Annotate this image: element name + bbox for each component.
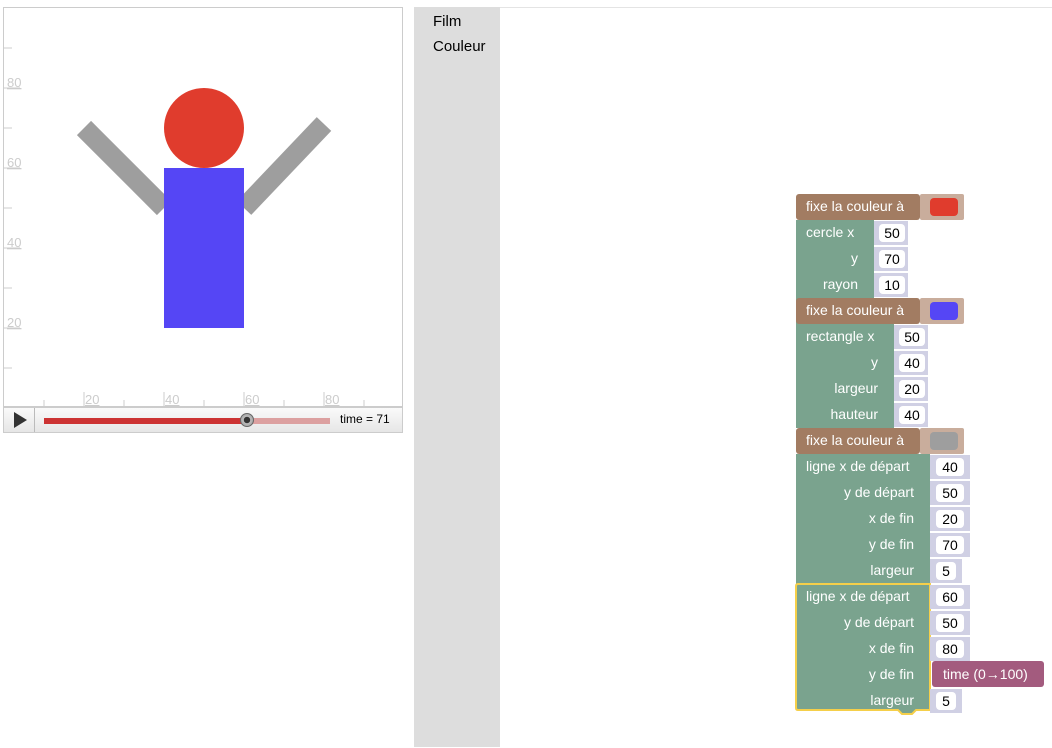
x-tick-60: 60 <box>245 392 259 407</box>
stage-svg: 80 60 40 20 20 40 60 80 <box>4 47 365 408</box>
rectangle-height-value[interactable]: 40 <box>904 407 920 423</box>
left-arm-line <box>76 120 172 216</box>
line2-y-end-label: y de fin <box>869 666 914 682</box>
blockly-toolbox: Film Couleur <box>414 7 500 747</box>
line1-y-start-value[interactable]: 50 <box>942 485 958 501</box>
x-tick-80: 80 <box>325 392 339 407</box>
circle-x-label: cercle x <box>806 224 854 240</box>
y-tick-20: 20 <box>7 315 21 330</box>
circle-radius-value[interactable]: 10 <box>884 277 900 293</box>
rectangle-y-value[interactable]: 40 <box>904 355 920 371</box>
rectangle-x-label: rectangle x <box>806 328 874 344</box>
time-slider-knob[interactable] <box>240 413 255 427</box>
line1-width-value[interactable]: 5 <box>942 563 950 579</box>
line1-y-end-label: y de fin <box>869 536 914 552</box>
line2-width-label: largeur <box>870 692 914 708</box>
line2-x-end-label: x de fin <box>869 640 914 656</box>
line1-y-start-label: y de départ <box>844 484 914 500</box>
right-arm-line <box>236 117 332 215</box>
circle-y-label: y <box>851 250 858 266</box>
colour-swatch-grey[interactable] <box>930 432 958 450</box>
line1-x-start-label: ligne x de départ <box>806 458 910 474</box>
line1-x-end-label: x de fin <box>869 510 914 526</box>
time-slider-fill <box>44 418 248 424</box>
x-tick-20: 20 <box>85 392 99 407</box>
colour-swatch-red[interactable] <box>930 198 958 216</box>
y-tick-60: 60 <box>7 155 21 170</box>
line2-x-start-label: ligne x de départ <box>806 588 910 604</box>
time-readout: time = 71 <box>340 412 390 426</box>
rectangle-height-label: hauteur <box>831 406 879 422</box>
play-icon <box>14 412 27 428</box>
line2-y-start-value[interactable]: 50 <box>942 615 958 631</box>
stage-canvas: 80 60 40 20 20 40 60 80 <box>3 7 403 408</box>
body-rectangle <box>164 168 244 328</box>
rectangle-width-value[interactable]: 20 <box>904 381 920 397</box>
player-bar: time = 71 <box>3 407 403 433</box>
block-stack: fixe la couleur à cercle x y rayon fixe … <box>795 194 1044 715</box>
line1-width-label: largeur <box>870 562 914 578</box>
head-circle <box>164 88 244 168</box>
blockly-workspace[interactable]: fixe la couleur à cercle x y rayon fixe … <box>500 7 1052 748</box>
rectangle-y-label: y <box>871 354 878 370</box>
toolbox-category-film[interactable]: Film <box>433 13 461 30</box>
x-tick-40: 40 <box>165 392 179 407</box>
toolbox-category-couleur[interactable]: Couleur <box>433 38 486 55</box>
line1-x-end-value[interactable]: 20 <box>942 511 958 527</box>
y-tick-80: 80 <box>7 75 21 90</box>
rectangle-x-value[interactable]: 50 <box>904 329 920 345</box>
circle-x-value[interactable]: 50 <box>884 225 900 241</box>
line1-x-start-value[interactable]: 40 <box>942 459 958 475</box>
rectangle-width-label: largeur <box>834 380 878 396</box>
colour-swatch-blue[interactable] <box>930 302 958 320</box>
line2-x-start-value[interactable]: 60 <box>942 589 958 605</box>
circle-radius-label: rayon <box>823 276 858 292</box>
line2-width-value[interactable]: 5 <box>942 693 950 709</box>
line2-y-start-label: y de départ <box>844 614 914 630</box>
y-tick-40: 40 <box>7 235 21 250</box>
line2-x-end-value[interactable]: 80 <box>942 641 958 657</box>
time-slider[interactable] <box>44 413 330 427</box>
time-value-label: time (0→100) <box>943 666 1028 682</box>
circle-y-value[interactable]: 70 <box>884 251 900 267</box>
set-colour-label-3: fixe la couleur à <box>806 432 904 448</box>
line1-y-end-value[interactable]: 70 <box>942 537 958 553</box>
set-colour-label-2: fixe la couleur à <box>806 302 904 318</box>
set-colour-label-1: fixe la couleur à <box>806 198 904 214</box>
play-button[interactable] <box>4 408 35 432</box>
